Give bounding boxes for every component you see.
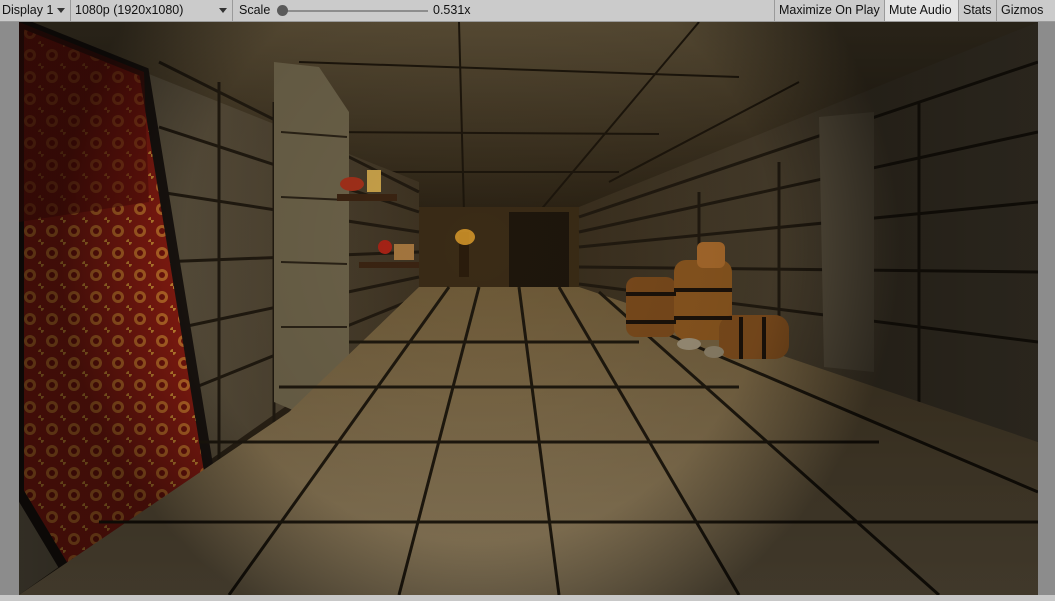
scale-value: 0.531x [433,3,471,17]
scale-slider-track[interactable] [282,10,428,12]
game-viewport[interactable] [19,22,1038,595]
mute-audio-toggle[interactable]: Mute Audio [884,0,958,21]
resolution-dropdown[interactable]: 1080p (1920x1080) [71,0,233,21]
maximize-on-play-toggle[interactable]: Maximize On Play [774,0,884,21]
resolution-dropdown-label: 1080p (1920x1080) [75,3,184,17]
left-letterbox [0,22,19,595]
gizmos-toggle[interactable]: Gizmos [996,0,1055,21]
display-dropdown-label: Display 1 [2,3,54,17]
stats-toggle[interactable]: Stats [958,0,996,21]
chevron-down-icon [219,8,227,13]
right-letterbox [1038,22,1055,595]
game-view-toolbar: Display 1 1080p (1920x1080) Scale 0.531x… [0,0,1055,22]
scale-slider-handle[interactable] [277,5,288,16]
display-dropdown[interactable]: Display 1 [0,0,71,21]
dungeon-scene [19,22,1038,595]
scale-label: Scale [239,3,271,17]
chevron-down-icon [57,8,65,13]
bottom-edge [0,595,1055,601]
